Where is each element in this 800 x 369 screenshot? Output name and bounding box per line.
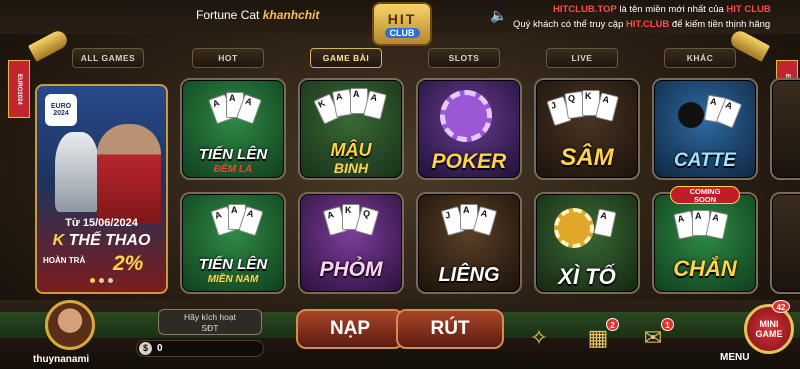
game-name: POKER [431, 150, 507, 173]
game-tile-phom[interactable]: A K Q PHỎM [298, 192, 404, 294]
promo-subtitle: HOÀN TRẢ [43, 256, 86, 265]
tab-slots[interactable]: SLOTS [428, 48, 500, 68]
game-name: CATTE [674, 150, 736, 171]
game-tile-tien-len-dem-la[interactable]: A A A TIẾN LÊN ĐẾM LÁ [180, 78, 286, 180]
game-sub: MIỀN NAM [207, 274, 259, 285]
withdraw-button[interactable]: RÚT [396, 309, 504, 349]
welcome-username: khanhchit [262, 8, 320, 22]
activate-phone-button[interactable]: Hãy kích hoạt SĐT [158, 309, 262, 335]
game-tile-lieng[interactable]: J A A LIÊNG [416, 192, 522, 294]
marquee-brand: HIT CLUB [726, 4, 771, 15]
horn-left-icon [27, 28, 71, 62]
game-name: TIẾN LÊN [198, 256, 268, 273]
euro-flag-left: EURO2024 [8, 60, 30, 118]
game-tile-partial[interactable] [770, 192, 800, 294]
marquee-brand: HIT.CLUB [626, 19, 670, 30]
game-name: LIÊNG [438, 264, 500, 286]
game-tile-sam[interactable]: J Q K A SÂM [534, 78, 640, 180]
marquee-line-1: HITCLUB.TOP là tên miền mới nhất của HIT… [553, 4, 771, 15]
tab-live[interactable]: LIVE [546, 48, 618, 68]
gift-badge: 2 [606, 318, 619, 331]
welcome-text: Fortune Cat khanhchit [196, 8, 319, 22]
game-tile-tien-len-mien-nam[interactable]: A A A TIẾN LÊN MIỀN NAM [180, 192, 286, 294]
balance-value: 0 [157, 343, 163, 354]
speaker-icon[interactable]: 🔈 [490, 7, 507, 24]
carousel-dot[interactable] [108, 278, 113, 283]
marquee-text: Quý khách có thể truy cập [513, 19, 627, 30]
game-sub: ĐẾM LÁ [213, 164, 253, 175]
poker-chip-icon [440, 90, 492, 142]
promo-banner[interactable]: EURO 2024 Từ 15/06/2024 K THỂ THAO HOÀN … [35, 84, 168, 294]
tab-all-games[interactable]: ALL GAMES [72, 48, 144, 68]
trophy-icon [55, 132, 99, 212]
game-tile-poker[interactable]: POKER [416, 78, 522, 180]
game-name: TIẾN LÊN [198, 146, 268, 163]
promo-percent: 2% [113, 252, 144, 275]
game-name: PHỎM [319, 258, 383, 281]
avatar[interactable] [45, 300, 95, 350]
game-tile-xi-to[interactable]: A XÌ TỐ [534, 192, 640, 294]
logo-top-text: HIT [387, 10, 417, 27]
game-tile-catte[interactable]: A A CATTE [652, 78, 758, 180]
marquee-domain: HITCLUB.TOP [553, 4, 617, 15]
tab-game-bai[interactable]: GAME BÀI [310, 48, 382, 68]
mini-game-line1: MINI [759, 319, 779, 329]
euro2024-badge: EURO 2024 [45, 94, 77, 126]
carousel-dots [37, 278, 166, 283]
game-tile-partial[interactable] [770, 78, 800, 180]
game-sub: BINH [333, 160, 369, 176]
balance-display: $ 0 [136, 340, 264, 357]
mini-game-line2: GAME [755, 329, 783, 339]
game-name: CHẮN [673, 256, 737, 281]
game-name: SÂM [560, 144, 614, 171]
dollar-icon: $ [139, 342, 152, 355]
marquee-text: để kiếm tiền thịnh hãng [669, 19, 771, 30]
deposit-button[interactable]: NẠP [296, 309, 404, 349]
carousel-dot[interactable] [99, 278, 104, 283]
game-name: XÌ TỐ [558, 264, 616, 289]
game-tile-chan[interactable]: A A A CHẮN [652, 192, 758, 294]
tab-khac[interactable]: KHÁC [664, 48, 736, 68]
bomb-icon [678, 102, 704, 128]
menu-label[interactable]: MENU [720, 352, 749, 363]
promo-title-k: K [52, 232, 65, 249]
activate-line1: Hãy kích hoạt [184, 312, 236, 322]
activate-line2: SĐT [201, 323, 219, 333]
welcome-game: Fortune Cat [196, 8, 260, 22]
coins-icon [554, 208, 594, 248]
mail-badge: 1 [661, 318, 674, 331]
promo-date: Từ 15/06/2024 [65, 217, 138, 229]
coming-soon-line2: SOON [693, 195, 717, 204]
promo-title-rest: THỂ THAO [64, 232, 151, 249]
tab-hot[interactable]: HOT [192, 48, 264, 68]
hitclub-logo[interactable]: HIT CLUB [372, 2, 432, 46]
logo-bottom-text: CLUB [384, 27, 420, 38]
marquee-line-2: Quý khách có thể truy cập HIT.CLUB để ki… [513, 19, 770, 30]
game-name: MẬU [330, 140, 372, 160]
player-image [97, 124, 161, 224]
mini-game-badge: 42 [772, 300, 790, 313]
game-tile-mau-binh[interactable]: K A A A MẬU BINH [298, 78, 404, 180]
carousel-dot[interactable] [90, 278, 95, 283]
coming-soon-badge: COMING SOON [670, 186, 740, 204]
username: thuynanami [33, 354, 90, 365]
lucky-777-icon[interactable]: ✧ [522, 323, 556, 353]
promo-title: K THỂ THAO [37, 232, 166, 250]
marquee-text: là tên miền mới nhất của [616, 4, 727, 15]
